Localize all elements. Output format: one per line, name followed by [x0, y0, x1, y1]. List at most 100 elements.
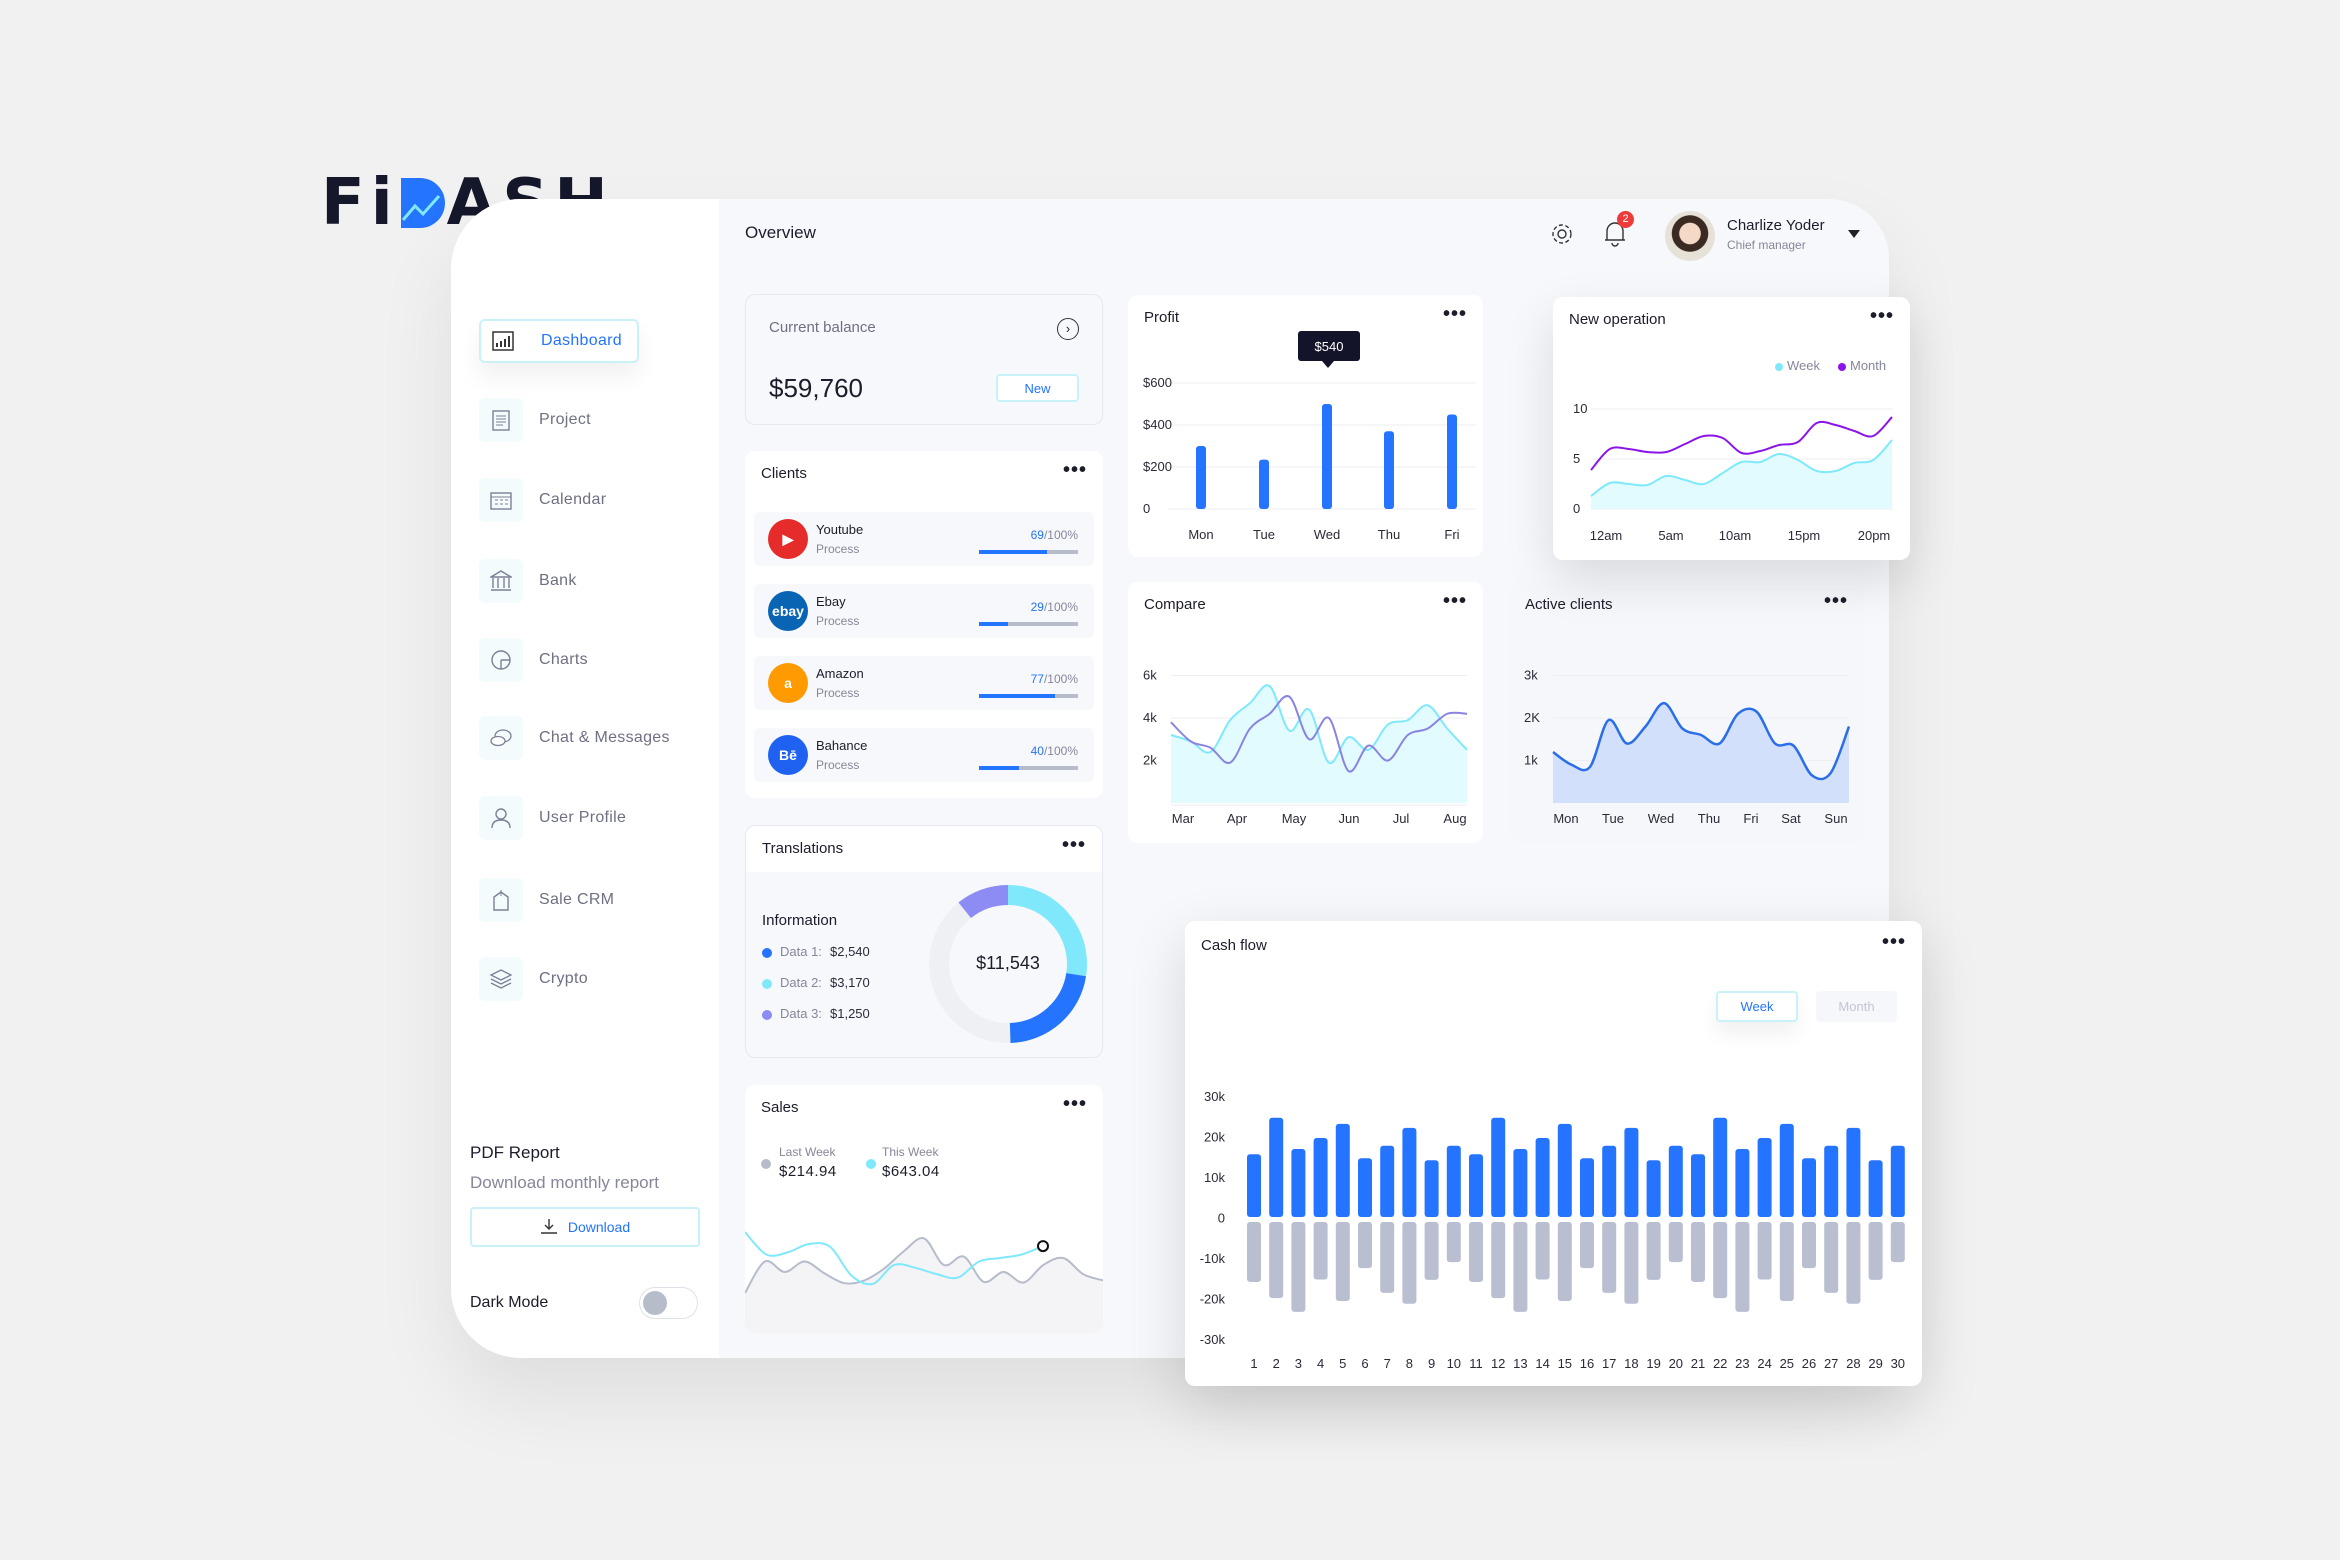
sidebar-item-label: User Profile: [539, 809, 627, 826]
x-tick-label: Mar: [1172, 811, 1195, 826]
sidebar-item-bank[interactable]: Bank: [479, 559, 577, 603]
compare-card: Compare ••• 2k 4k 6k Mar Apr May Jun Jul Aug: [1128, 582, 1483, 843]
inflow-bar: [1824, 1145, 1839, 1217]
calendar-icon: [479, 478, 523, 522]
user-menu-caret-icon[interactable]: [1848, 230, 1860, 244]
profit-bar: [1259, 459, 1269, 509]
inflow-bar: [1890, 1145, 1905, 1217]
outflow-bar: [1713, 1222, 1728, 1299]
x-tick-label: 5: [1339, 1356, 1346, 1371]
client-row[interactable]: ebay Ebay Process 29/100%: [754, 584, 1094, 638]
x-tick-label: 25: [1780, 1356, 1794, 1371]
x-tick-label: 2: [1273, 1356, 1280, 1371]
outflow-bar: [1491, 1222, 1506, 1299]
chat-icon: [479, 716, 523, 760]
profit-bar: [1196, 446, 1206, 509]
notifications-button[interactable]: 2: [1603, 211, 1634, 252]
more-options-icon[interactable]: •••: [1063, 459, 1087, 482]
outflow-bar: [1824, 1222, 1839, 1293]
inflow-bar: [1557, 1123, 1572, 1217]
sidebar-item-calendar[interactable]: Calendar: [479, 478, 606, 522]
profit-bar: [1384, 431, 1394, 509]
inflow-bar: [1469, 1154, 1483, 1217]
client-row[interactable]: ▶ Youtube Process 69/100%: [754, 512, 1094, 566]
client-row[interactable]: a Amazon Process 77/100%: [754, 656, 1094, 710]
client-row[interactable]: Bē Bahance Process 40/100%: [754, 728, 1094, 782]
user-role: Chief manager: [1727, 238, 1806, 252]
new-button[interactable]: New: [996, 374, 1079, 402]
x-tick-label: 18: [1624, 1356, 1638, 1371]
outflow-bar: [1691, 1222, 1705, 1282]
tooltip-arrow: [1322, 361, 1334, 368]
outflow-bar: [1335, 1222, 1350, 1301]
current-balance-card: Current balance › $59,760 New: [745, 294, 1103, 425]
x-tick-label: 8: [1406, 1356, 1413, 1371]
inflow-bar: [1846, 1127, 1861, 1217]
x-tick-label: 14: [1535, 1356, 1549, 1371]
bell-icon: [1603, 222, 1627, 251]
inflow-bar: [1580, 1158, 1594, 1217]
outflow-bar: [1380, 1222, 1395, 1293]
x-tick-label: 16: [1580, 1356, 1594, 1371]
y-tick-label: -10k: [1200, 1251, 1226, 1266]
logo-chart-mark: [400, 178, 445, 228]
download-icon: [540, 1218, 558, 1237]
youtube-logo: ▶: [768, 519, 808, 559]
translations-donut-chart: [929, 885, 1087, 1043]
inflow-bar: [1735, 1148, 1750, 1217]
new-operation-line-chart: 0 5 10 12am 5am 10am 15pm 20pm: [1573, 401, 1893, 543]
client-name: Amazon: [816, 666, 864, 681]
y-tick-label: 0: [1573, 501, 1580, 516]
sidebar-item-sale-crm[interactable]: Sale CRM: [479, 878, 614, 922]
bahance-logo: Bē: [768, 735, 808, 775]
y-tick-label: $600: [1143, 375, 1172, 390]
outflow-bar: [1557, 1222, 1572, 1301]
sidebar-item-crypto[interactable]: Crypto: [479, 957, 588, 1001]
y-tick-label: 20k: [1204, 1130, 1225, 1145]
inflow-bar: [1535, 1138, 1550, 1217]
sidebar-item-label: Project: [539, 411, 591, 428]
settings-icon[interactable]: [1549, 221, 1575, 252]
dark-mode-toggle[interactable]: [639, 1287, 698, 1319]
client-progress-bar: [979, 694, 1078, 698]
balance-value: $59,760: [769, 373, 863, 403]
client-progress-bar: [979, 622, 1078, 626]
chevron-right-icon[interactable]: ›: [1057, 318, 1079, 340]
x-tick-label: Fri: [1444, 527, 1459, 542]
x-tick-label: 20pm: [1858, 528, 1891, 543]
sidebar-item-user-profile[interactable]: User Profile: [479, 796, 626, 840]
sidebar-item-charts[interactable]: Charts: [479, 638, 588, 682]
x-tick-label: 22: [1713, 1356, 1727, 1371]
y-tick-label: 10k: [1204, 1170, 1225, 1185]
client-progress-bar: [979, 550, 1078, 554]
inflow-bar: [1779, 1123, 1794, 1217]
user-avatar[interactable]: [1665, 211, 1715, 261]
inflow-bar: [1402, 1127, 1417, 1217]
sidebar: Dashboard Project Calendar Bank Charts C…: [451, 199, 719, 1358]
inflow-bar: [1602, 1145, 1617, 1217]
translations-card: Translations ••• Information Data 1: $2,5…: [745, 825, 1103, 1058]
client-status: Process: [816, 758, 860, 772]
inflow-bar: [1491, 1117, 1506, 1217]
y-tick-label: 4k: [1143, 710, 1157, 725]
outflow-bar: [1402, 1222, 1417, 1304]
client-progress-bar: [979, 766, 1078, 770]
inflow-bar: [1691, 1154, 1705, 1217]
dark-mode-label: Dark Mode: [470, 1294, 549, 1311]
sidebar-item-dashboard[interactable]: Dashboard: [479, 319, 639, 363]
x-tick-label: 19: [1646, 1356, 1660, 1371]
sidebar-item-chat-messages[interactable]: Chat & Messages: [479, 716, 670, 760]
x-tick-label: May: [1282, 811, 1307, 826]
inflow-bar: [1802, 1158, 1816, 1217]
x-tick-label: 23: [1735, 1356, 1749, 1371]
sidebar-item-label: Charts: [539, 651, 588, 668]
inflow-bar: [1513, 1148, 1528, 1217]
pdf-report-subtitle: Download monthly report: [470, 1173, 659, 1192]
download-label: Download: [567, 1219, 631, 1235]
x-tick-label: Wed: [1648, 811, 1675, 826]
download-button[interactable]: Download: [470, 1207, 700, 1247]
sidebar-item-project[interactable]: Project: [479, 398, 591, 442]
x-tick-label: 26: [1802, 1356, 1816, 1371]
donut-total: $11,543: [976, 953, 1040, 973]
x-tick-label: 4: [1317, 1356, 1324, 1371]
